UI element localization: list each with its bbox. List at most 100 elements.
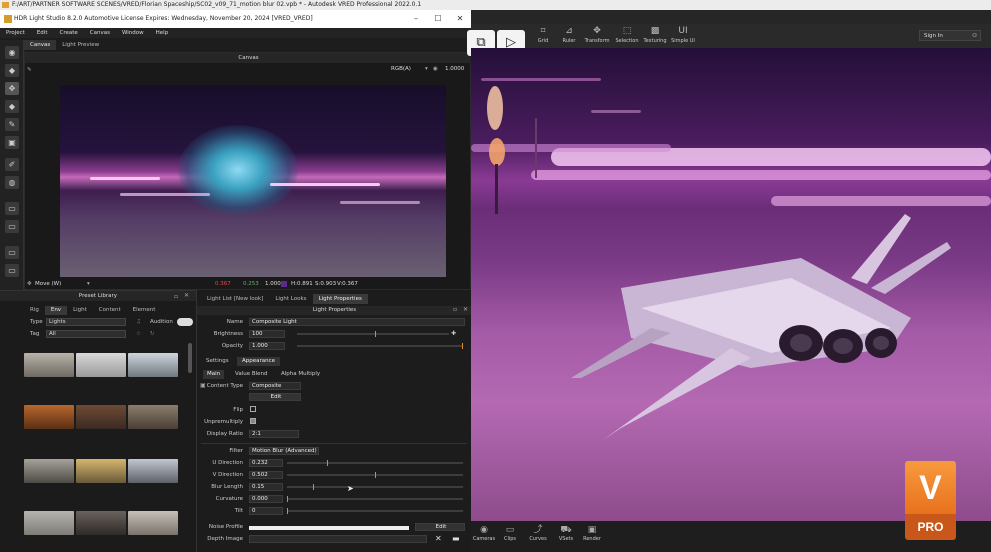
display-ratio-select[interactable]: 2:1 — [249, 430, 299, 438]
brush-icon[interactable]: ✎ — [5, 118, 19, 131]
brightness-slider[interactable] — [297, 333, 449, 335]
curvature-field[interactable]: 0.000 — [249, 495, 283, 503]
filter-select[interactable]: Motion Blur (Advanced) — [249, 447, 319, 455]
tab-light-properties[interactable]: Light Properties — [312, 294, 368, 304]
scrollbar[interactable] — [188, 343, 192, 373]
tab-appearance[interactable]: Appearance — [237, 357, 281, 366]
menu-canvas[interactable]: Canvas — [84, 28, 116, 38]
mode-select[interactable]: Move (W) — [35, 279, 61, 289]
tab-element[interactable]: Element — [127, 306, 162, 315]
u-direction-slider[interactable] — [287, 462, 463, 464]
preset-thumbnail[interactable] — [128, 353, 178, 377]
flip-checkbox[interactable] — [250, 406, 256, 412]
transform-button[interactable]: ✥ Transform — [581, 24, 613, 48]
grid-button[interactable]: ⌗ Grid — [531, 24, 555, 48]
move-tool-icon[interactable]: ✥ — [5, 82, 19, 95]
selection-button[interactable]: ⬚ Selection — [613, 24, 641, 48]
light-paint-icon[interactable]: ◉ — [5, 46, 19, 59]
add-icon[interactable]: ✚ — [451, 330, 456, 337]
folder-icon[interactable]: ▬ — [452, 534, 460, 543]
preset-thumbnail[interactable] — [76, 459, 126, 483]
clear-icon[interactable]: ✕ — [435, 534, 442, 543]
eraser-alt-icon[interactable]: ◆ — [5, 100, 19, 113]
depth-image-field[interactable] — [249, 535, 427, 543]
float-icon[interactable]: ▫ — [174, 293, 178, 300]
tab-light-list[interactable]: Light List [New look] — [201, 294, 269, 304]
panel-layout-2-icon[interactable]: ▭ — [5, 220, 19, 233]
blur-length-field[interactable]: 0.15 — [249, 483, 283, 491]
panel-layout-1-icon[interactable]: ▭ — [5, 202, 19, 215]
ruler-button[interactable]: ⊿ Ruler — [557, 24, 581, 48]
menu-create[interactable]: Create — [53, 28, 83, 38]
opacity-field[interactable]: 1.000 — [249, 342, 285, 350]
color-mode-select[interactable]: RGB(A) — [391, 64, 411, 75]
preset-thumbnail[interactable] — [128, 511, 178, 535]
panel-layout-3-icon[interactable]: ▭ — [5, 246, 19, 259]
u-direction-handle[interactable] — [327, 460, 328, 466]
blur-length-handle[interactable] — [313, 484, 314, 490]
tab-content[interactable]: Content — [93, 306, 127, 315]
content-type-select[interactable]: Composite — [249, 382, 301, 390]
preset-thumbnail[interactable] — [24, 353, 74, 377]
close-panel-icon[interactable]: ✕ — [463, 306, 468, 313]
clips-button[interactable]: ▭ Clips — [497, 524, 523, 542]
menu-edit[interactable]: Edit — [31, 28, 54, 38]
tilt-slider[interactable] — [287, 510, 463, 512]
preset-thumbnail[interactable] — [76, 353, 126, 377]
brush-small-icon[interactable]: ✎ — [27, 65, 32, 76]
type-select[interactable]: Lights — [46, 318, 126, 326]
opacity-handle[interactable] — [462, 343, 463, 349]
preset-thumbnail[interactable] — [128, 459, 178, 483]
preset-thumbnail[interactable] — [24, 459, 74, 483]
close-panel-icon[interactable]: ✕ — [184, 292, 189, 299]
noise-profile-bar[interactable] — [249, 526, 409, 530]
brightness-handle[interactable] — [375, 331, 376, 337]
u-direction-field[interactable]: 0.232 — [249, 459, 283, 467]
float-icon[interactable]: ▫ — [453, 306, 457, 313]
star-icon[interactable]: ☆ — [136, 330, 141, 339]
tab-light-preview[interactable]: Light Preview — [56, 40, 105, 50]
texturing-button[interactable]: ▩ Texturing — [641, 24, 669, 48]
preset-thumbnail[interactable] — [24, 511, 74, 535]
name-field[interactable]: Composite Light — [249, 318, 465, 326]
tilt-handle[interactable] — [287, 508, 288, 514]
menu-window[interactable]: Window — [116, 28, 150, 38]
brightness-field[interactable]: 100 — [249, 330, 285, 338]
tag-select[interactable]: All — [46, 330, 126, 338]
preset-thumbnail[interactable] — [76, 405, 126, 429]
exposure-dial-icon[interactable]: ◉ — [433, 64, 438, 75]
opacity-slider[interactable] — [297, 345, 463, 347]
preset-thumbnail[interactable] — [128, 405, 178, 429]
tab-light-looks[interactable]: Light Looks — [269, 294, 312, 304]
tab-rig[interactable]: Rig — [24, 306, 45, 315]
audition-toggle[interactable] — [177, 318, 193, 326]
tab-main[interactable]: Main — [203, 370, 225, 379]
v-direction-field[interactable]: 0.502 — [249, 471, 283, 479]
tab-canvas[interactable]: Canvas — [24, 40, 57, 50]
eraser-icon[interactable]: ◆ — [5, 64, 19, 77]
refresh-icon[interactable]: ↻ — [150, 330, 155, 339]
curvature-slider[interactable] — [287, 498, 463, 500]
noise-edit-button[interactable]: Edit — [415, 523, 465, 531]
exposure-value[interactable]: 1.0000 — [445, 64, 464, 75]
headphones-icon[interactable]: ♫ — [136, 318, 141, 327]
tab-env[interactable]: Env — [44, 306, 68, 315]
render-button[interactable]: ▣ Render — [579, 524, 605, 542]
tilt-field[interactable]: 0 — [249, 507, 283, 515]
chevron-down-icon[interactable]: ▾ — [87, 279, 90, 289]
picker-icon[interactable]: ✐ — [5, 158, 19, 171]
preset-thumbnail[interactable] — [24, 405, 74, 429]
tab-alpha-multiply[interactable]: Alpha Multiply — [277, 370, 324, 379]
menu-help[interactable]: Help — [150, 28, 175, 38]
sign-in-button[interactable]: Sign In ⚇ — [919, 30, 981, 41]
maximize-button[interactable]: ☐ — [427, 10, 449, 28]
hdr-canvas-image[interactable] — [60, 85, 446, 277]
simple-ui-button[interactable]: UI Simple UI — [669, 24, 697, 48]
rect-select-icon[interactable]: ▣ — [5, 136, 19, 149]
preset-thumbnail[interactable] — [76, 511, 126, 535]
tab-value-blend[interactable]: Value Blend — [231, 370, 272, 379]
curves-button[interactable]: ⤴ Curves — [525, 524, 551, 542]
content-edit-button[interactable]: Edit — [249, 393, 301, 401]
render-viewport[interactable] — [471, 48, 991, 521]
tab-settings[interactable]: Settings — [201, 357, 234, 366]
